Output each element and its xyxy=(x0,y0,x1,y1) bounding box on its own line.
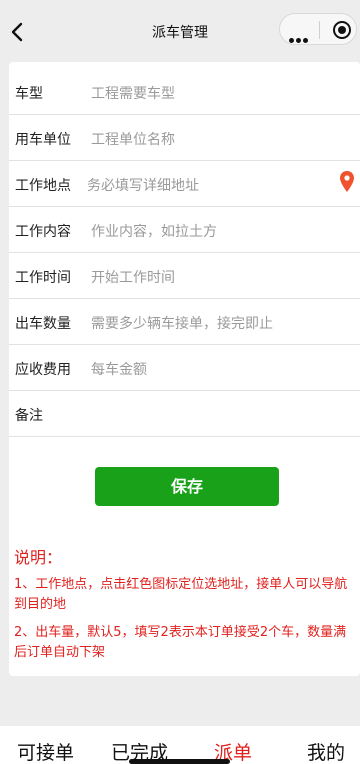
vehicle-type-input[interactable]: 工程需要车型 xyxy=(91,83,175,103)
note-item: 2、出车量，默认5，填写2表示本订单接受2个车，数量满后订单自动下架 xyxy=(14,625,347,660)
work-content-input[interactable]: 作业内容，如拉土方 xyxy=(91,221,217,241)
field-label: 工作地点 xyxy=(15,178,71,194)
field-location[interactable]: 工作地点 务必填写详细地址 xyxy=(9,161,360,207)
fee-input[interactable]: 每车金额 xyxy=(91,359,147,379)
field-remark[interactable]: 备注 xyxy=(9,391,360,437)
field-label: 应收费用 xyxy=(15,362,71,378)
home-indicator xyxy=(129,759,230,764)
save-button[interactable]: 保存 xyxy=(95,467,279,506)
more-icon[interactable] xyxy=(289,28,310,47)
field-fee[interactable]: 应收费用 每车金额 xyxy=(9,345,360,391)
field-label: 工作时间 xyxy=(15,270,71,286)
field-vehicle-count[interactable]: 出车数量 需要多少辆车接单，接完即止 xyxy=(9,299,360,345)
location-input[interactable]: 务必填写详细地址 xyxy=(87,175,199,195)
nav-bar: 派车管理 xyxy=(0,0,360,62)
form-card: 车型 工程需要车型 用车单位 工程单位名称 工作地点 务必填写详细地址 工作内容… xyxy=(9,62,360,676)
field-label: 备注 xyxy=(15,408,43,424)
note-item: 1、工作地点，点击红色图标定位选地址，接单人可以导航到目的地 xyxy=(14,577,348,612)
close-target-icon[interactable] xyxy=(333,21,351,39)
tab-available[interactable]: 可接单 xyxy=(17,738,74,764)
field-unit[interactable]: 用车单位 工程单位名称 xyxy=(9,115,360,161)
field-label: 出车数量 xyxy=(15,316,71,332)
location-pin-icon[interactable] xyxy=(340,171,354,193)
field-label: 车型 xyxy=(15,86,43,102)
work-time-input[interactable]: 开始工作时间 xyxy=(91,267,175,287)
tab-mine[interactable]: 我的 xyxy=(307,738,345,764)
capsule-menu[interactable] xyxy=(279,13,357,45)
field-vehicle-type[interactable]: 车型 工程需要车型 xyxy=(9,69,360,115)
capsule-divider xyxy=(319,21,320,39)
vehicle-count-input[interactable]: 需要多少辆车接单，接完即止 xyxy=(91,313,273,333)
unit-input[interactable]: 工程单位名称 xyxy=(91,129,175,149)
notes-title: 说明： xyxy=(14,548,63,567)
field-work-content[interactable]: 工作内容 作业内容，如拉土方 xyxy=(9,207,360,253)
field-work-time[interactable]: 工作时间 开始工作时间 xyxy=(9,253,360,299)
field-label: 工作内容 xyxy=(15,224,71,240)
field-label: 用车单位 xyxy=(15,132,71,148)
